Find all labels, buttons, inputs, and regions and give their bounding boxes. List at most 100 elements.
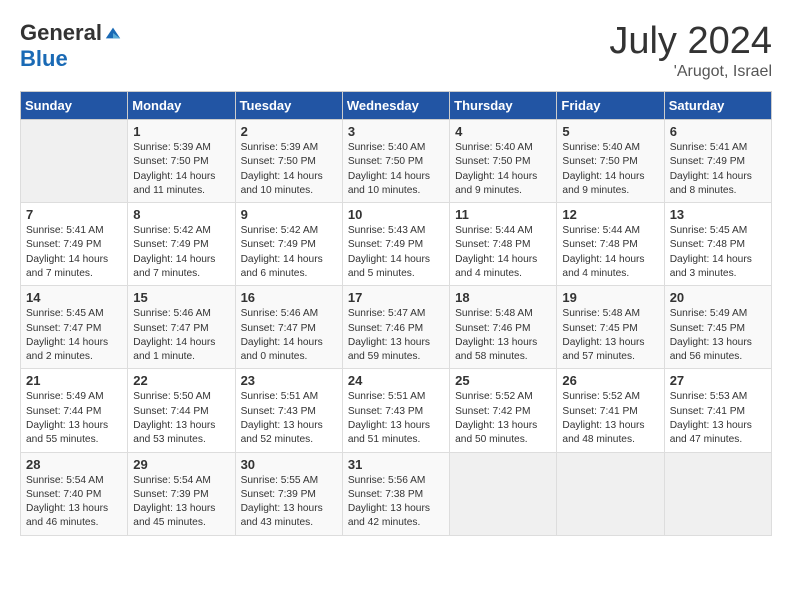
day-number: 20 — [670, 290, 766, 305]
calendar-cell: 24 Sunrise: 5:51 AMSunset: 7:43 PMDayligh… — [342, 369, 449, 452]
calendar-cell — [21, 120, 128, 203]
weekday-header-row: SundayMondayTuesdayWednesdayThursdayFrid… — [21, 92, 772, 120]
day-number: 17 — [348, 290, 444, 305]
cell-info: Sunrise: 5:40 AMSunset: 7:50 PMDaylight:… — [455, 141, 551, 198]
calendar-cell: 31 Sunrise: 5:56 AMSunset: 7:38 PMDayligh… — [342, 452, 449, 535]
calendar-cell: 26 Sunrise: 5:52 AMSunset: 7:41 PMDayligh… — [557, 369, 664, 452]
day-number: 6 — [670, 124, 766, 139]
cell-info: Sunrise: 5:47 AMSunset: 7:46 PMDaylight:… — [348, 307, 444, 364]
day-number: 1 — [133, 124, 229, 139]
cell-info: Sunrise: 5:44 AMSunset: 7:48 PMDaylight:… — [562, 224, 658, 281]
day-number: 30 — [241, 457, 337, 472]
calendar-cell: 3Sunrise: 5:40 AMSunset: 7:50 PMDaylight… — [342, 120, 449, 203]
cell-info: Sunrise: 5:42 AMSunset: 7:49 PMDaylight:… — [241, 224, 337, 281]
day-number: 27 — [670, 373, 766, 388]
day-number: 28 — [26, 457, 122, 472]
cell-info: Sunrise: 5:56 AMSunset: 7:38 PMDaylight:… — [348, 474, 444, 531]
logo-general-text: General — [20, 20, 102, 46]
cell-info: Sunrise: 5:49 AMSunset: 7:45 PMDaylight:… — [670, 307, 766, 364]
calendar-cell: 11Sunrise: 5:44 AMSunset: 7:48 PMDayligh… — [450, 203, 557, 286]
day-number: 12 — [562, 207, 658, 222]
cell-info: Sunrise: 5:51 AMSunset: 7:43 PMDaylight:… — [241, 390, 337, 447]
calendar-cell: 18 Sunrise: 5:48 AMSunset: 7:46 PMDayligh… — [450, 286, 557, 369]
calendar-cell: 14Sunrise: 5:45 AMSunset: 7:47 PMDayligh… — [21, 286, 128, 369]
cell-info: Sunrise: 5:40 AMSunset: 7:50 PMDaylight:… — [348, 141, 444, 198]
cell-info: Sunrise: 5:45 AMSunset: 7:47 PMDaylight:… — [26, 307, 122, 364]
day-number: 2 — [241, 124, 337, 139]
logo-icon — [104, 24, 122, 42]
calendar-cell: 4 Sunrise: 5:40 AMSunset: 7:50 PMDaylight… — [450, 120, 557, 203]
cell-info: Sunrise: 5:51 AMSunset: 7:43 PMDaylight:… — [348, 390, 444, 447]
weekday-header-tuesday: Tuesday — [235, 92, 342, 120]
day-number: 23 — [241, 373, 337, 388]
cell-info: Sunrise: 5:43 AMSunset: 7:49 PMDaylight:… — [348, 224, 444, 281]
logo: General Blue — [20, 20, 122, 72]
calendar-cell: 19 Sunrise: 5:48 AMSunset: 7:45 PMDayligh… — [557, 286, 664, 369]
day-number: 10 — [348, 207, 444, 222]
calendar-cell: 1 Sunrise: 5:39 AMSunset: 7:50 PMDaylight… — [128, 120, 235, 203]
calendar-cell: 27 Sunrise: 5:53 AMSunset: 7:41 PMDayligh… — [664, 369, 771, 452]
day-number: 21 — [26, 373, 122, 388]
weekday-header-friday: Friday — [557, 92, 664, 120]
day-number: 5 — [562, 124, 658, 139]
cell-info: Sunrise: 5:46 AMSunset: 7:47 PMDaylight:… — [241, 307, 337, 364]
calendar-cell: 6Sunrise: 5:41 AMSunset: 7:49 PMDaylight… — [664, 120, 771, 203]
day-number: 13 — [670, 207, 766, 222]
calendar-cell: 15Sunrise: 5:46 AMSunset: 7:47 PMDayligh… — [128, 286, 235, 369]
calendar-table: SundayMondayTuesdayWednesdayThursdayFrid… — [20, 91, 772, 536]
cell-info: Sunrise: 5:42 AMSunset: 7:49 PMDaylight:… — [133, 224, 229, 281]
cell-info: Sunrise: 5:53 AMSunset: 7:41 PMDaylight:… — [670, 390, 766, 447]
week-row-5: 28 Sunrise: 5:54 AMSunset: 7:40 PMDayligh… — [21, 452, 772, 535]
page-header: General Blue July 2024 'Arugot, Israel — [20, 20, 772, 81]
cell-info: Sunrise: 5:44 AMSunset: 7:48 PMDaylight:… — [455, 224, 551, 281]
cell-info: Sunrise: 5:48 AMSunset: 7:46 PMDaylight:… — [455, 307, 551, 364]
calendar-cell: 20 Sunrise: 5:49 AMSunset: 7:45 PMDayligh… — [664, 286, 771, 369]
day-number: 8 — [133, 207, 229, 222]
day-number: 19 — [562, 290, 658, 305]
day-number: 9 — [241, 207, 337, 222]
day-number: 15 — [133, 290, 229, 305]
calendar-cell: 16Sunrise: 5:46 AMSunset: 7:47 PMDayligh… — [235, 286, 342, 369]
cell-info: Sunrise: 5:41 AMSunset: 7:49 PMDaylight:… — [26, 224, 122, 281]
calendar-cell: 7 Sunrise: 5:41 AMSunset: 7:49 PMDaylight… — [21, 203, 128, 286]
calendar-cell: 2 Sunrise: 5:39 AMSunset: 7:50 PMDaylight… — [235, 120, 342, 203]
calendar-cell: 23 Sunrise: 5:51 AMSunset: 7:43 PMDayligh… — [235, 369, 342, 452]
calendar-cell: 10 Sunrise: 5:43 AMSunset: 7:49 PMDayligh… — [342, 203, 449, 286]
week-row-3: 14Sunrise: 5:45 AMSunset: 7:47 PMDayligh… — [21, 286, 772, 369]
day-number: 4 — [455, 124, 551, 139]
cell-info: Sunrise: 5:50 AMSunset: 7:44 PMDaylight:… — [133, 390, 229, 447]
day-number: 26 — [562, 373, 658, 388]
cell-info: Sunrise: 5:52 AMSunset: 7:41 PMDaylight:… — [562, 390, 658, 447]
calendar-cell: 5Sunrise: 5:40 AMSunset: 7:50 PMDaylight… — [557, 120, 664, 203]
day-number: 29 — [133, 457, 229, 472]
cell-info: Sunrise: 5:39 AMSunset: 7:50 PMDaylight:… — [133, 141, 229, 198]
day-number: 24 — [348, 373, 444, 388]
cell-info: Sunrise: 5:48 AMSunset: 7:45 PMDaylight:… — [562, 307, 658, 364]
week-row-1: 1 Sunrise: 5:39 AMSunset: 7:50 PMDaylight… — [21, 120, 772, 203]
calendar-cell: 17 Sunrise: 5:47 AMSunset: 7:46 PMDayligh… — [342, 286, 449, 369]
calendar-cell: 12 Sunrise: 5:44 AMSunset: 7:48 PMDayligh… — [557, 203, 664, 286]
title-block: July 2024 'Arugot, Israel — [609, 20, 772, 81]
day-number: 22 — [133, 373, 229, 388]
cell-info: Sunrise: 5:55 AMSunset: 7:39 PMDaylight:… — [241, 474, 337, 531]
day-number: 25 — [455, 373, 551, 388]
calendar-cell: 29 Sunrise: 5:54 AMSunset: 7:39 PMDayligh… — [128, 452, 235, 535]
cell-info: Sunrise: 5:54 AMSunset: 7:39 PMDaylight:… — [133, 474, 229, 531]
calendar-cell — [664, 452, 771, 535]
weekday-header-monday: Monday — [128, 92, 235, 120]
cell-info: Sunrise: 5:54 AMSunset: 7:40 PMDaylight:… — [26, 474, 122, 531]
calendar-cell: 22 Sunrise: 5:50 AMSunset: 7:44 PMDayligh… — [128, 369, 235, 452]
day-number: 7 — [26, 207, 122, 222]
week-row-2: 7 Sunrise: 5:41 AMSunset: 7:49 PMDaylight… — [21, 203, 772, 286]
calendar-cell: 25Sunrise: 5:52 AMSunset: 7:42 PMDayligh… — [450, 369, 557, 452]
logo-blue-text: Blue — [20, 46, 68, 72]
day-number: 31 — [348, 457, 444, 472]
cell-info: Sunrise: 5:39 AMSunset: 7:50 PMDaylight:… — [241, 141, 337, 198]
weekday-header-sunday: Sunday — [21, 92, 128, 120]
day-number: 18 — [455, 290, 551, 305]
calendar-cell: 21Sunrise: 5:49 AMSunset: 7:44 PMDayligh… — [21, 369, 128, 452]
week-row-4: 21Sunrise: 5:49 AMSunset: 7:44 PMDayligh… — [21, 369, 772, 452]
month-title: July 2024 — [609, 20, 772, 63]
calendar-cell: 8 Sunrise: 5:42 AMSunset: 7:49 PMDaylight… — [128, 203, 235, 286]
weekday-header-saturday: Saturday — [664, 92, 771, 120]
